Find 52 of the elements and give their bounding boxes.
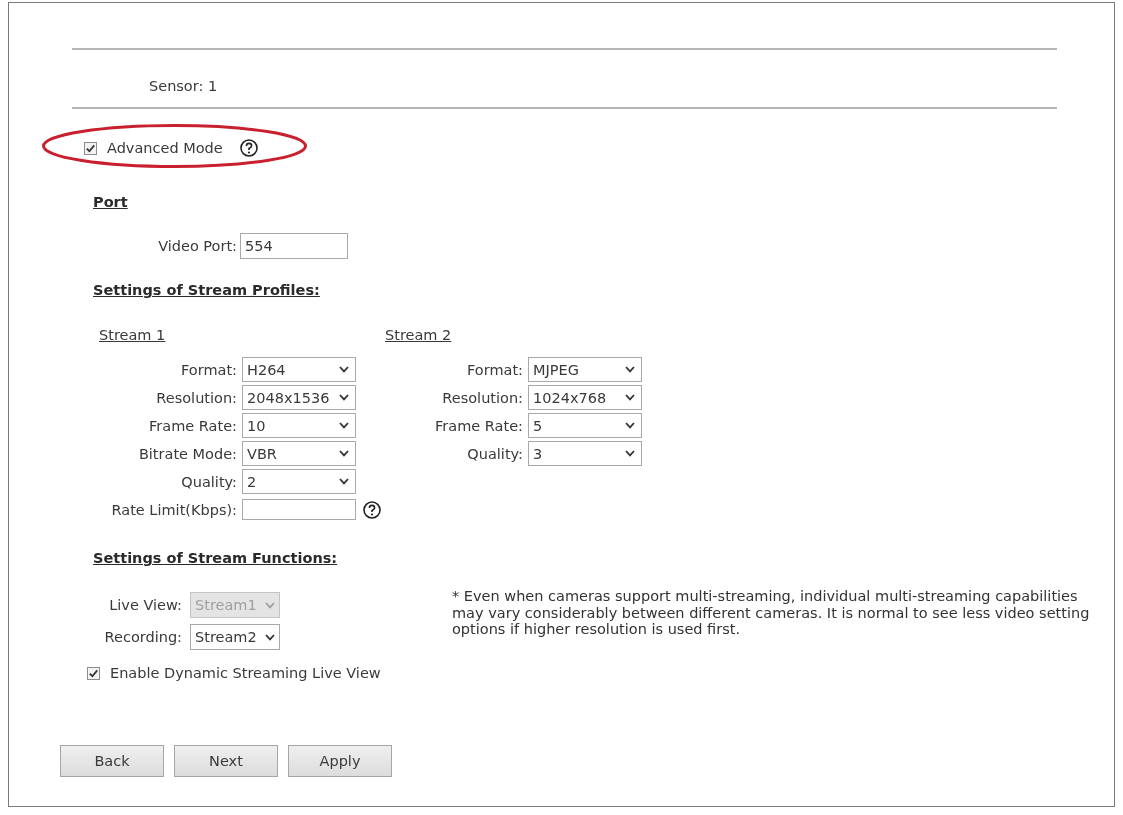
field-label: Format: [181, 360, 237, 379]
dropdown[interactable]: Stream2 [190, 624, 280, 650]
dropdown[interactable]: 5 [528, 413, 642, 438]
dropdown[interactable]: 1024x768 [528, 385, 642, 410]
checkbox[interactable] [84, 141, 97, 155]
field-label: Bitrate Mode: [138, 444, 237, 463]
field-label: Format: [467, 360, 523, 379]
input-field[interactable] [242, 499, 356, 520]
chevron-down-icon [339, 366, 349, 373]
stream-title: Stream 2 [385, 326, 452, 344]
chevron-down-icon [339, 450, 349, 457]
note-text: * Even when cameras support multi-streaming, individual multi-streaming capabilities may vary considerably between different cameras. It is normal to see less video setting options if higher resolution is used first. [452, 588, 1091, 639]
stream-title: Stream 1 [99, 326, 166, 344]
chevron-down-icon [625, 422, 635, 429]
field-label: Resolution: [156, 388, 237, 407]
field-label: Quality: [181, 472, 237, 491]
chevron-down-icon [265, 633, 275, 641]
sensor-label: Sensor: 1 [149, 77, 218, 95]
field-label: Rate Limit(Kbps): [111, 500, 237, 519]
field-label: Quality: [467, 444, 523, 463]
checkbox[interactable] [87, 666, 100, 680]
chevron-down-icon [625, 394, 635, 401]
action-button[interactable]: Apply [288, 745, 392, 777]
dropdown[interactable]: 3 [528, 441, 642, 466]
chevron-down-icon [625, 366, 635, 373]
action-button[interactable]: Back [60, 745, 164, 777]
help-icon[interactable] [363, 500, 381, 519]
chevron-down-icon [339, 394, 349, 401]
dropdown[interactable]: H264 [242, 357, 356, 382]
chevron-down-icon [339, 478, 349, 485]
chevron-down-icon [339, 422, 349, 429]
checkbox-label: Enable Dynamic Streaming Live View [110, 664, 381, 682]
field-label: Video Port: [157, 237, 237, 255]
section-heading: Port [93, 193, 128, 211]
checkbox-label: Advanced Mode [107, 139, 223, 157]
dropdown[interactable]: 2 [242, 469, 356, 494]
dropdown[interactable]: 2048x1536 [242, 385, 356, 410]
field-label: Frame Rate: [435, 416, 523, 435]
section-heading: Settings of Stream Profiles: [93, 281, 320, 299]
dropdown[interactable]: VBR [242, 441, 356, 466]
field-label: Frame Rate: [149, 416, 237, 435]
chevron-down-icon [625, 450, 635, 457]
dropdown[interactable]: MJPEG [528, 357, 642, 382]
chevron-down-icon [265, 601, 275, 609]
action-button[interactable]: Next [174, 745, 278, 777]
field-label: Resolution: [442, 388, 523, 407]
field-label: Live View: [109, 596, 182, 614]
dropdown[interactable]: 10 [242, 413, 356, 438]
input-field[interactable]: 554 [240, 233, 348, 259]
field-label: Recording: [104, 628, 182, 646]
help-icon[interactable] [239, 139, 258, 157]
section-heading: Settings of Stream Functions: [93, 549, 338, 567]
